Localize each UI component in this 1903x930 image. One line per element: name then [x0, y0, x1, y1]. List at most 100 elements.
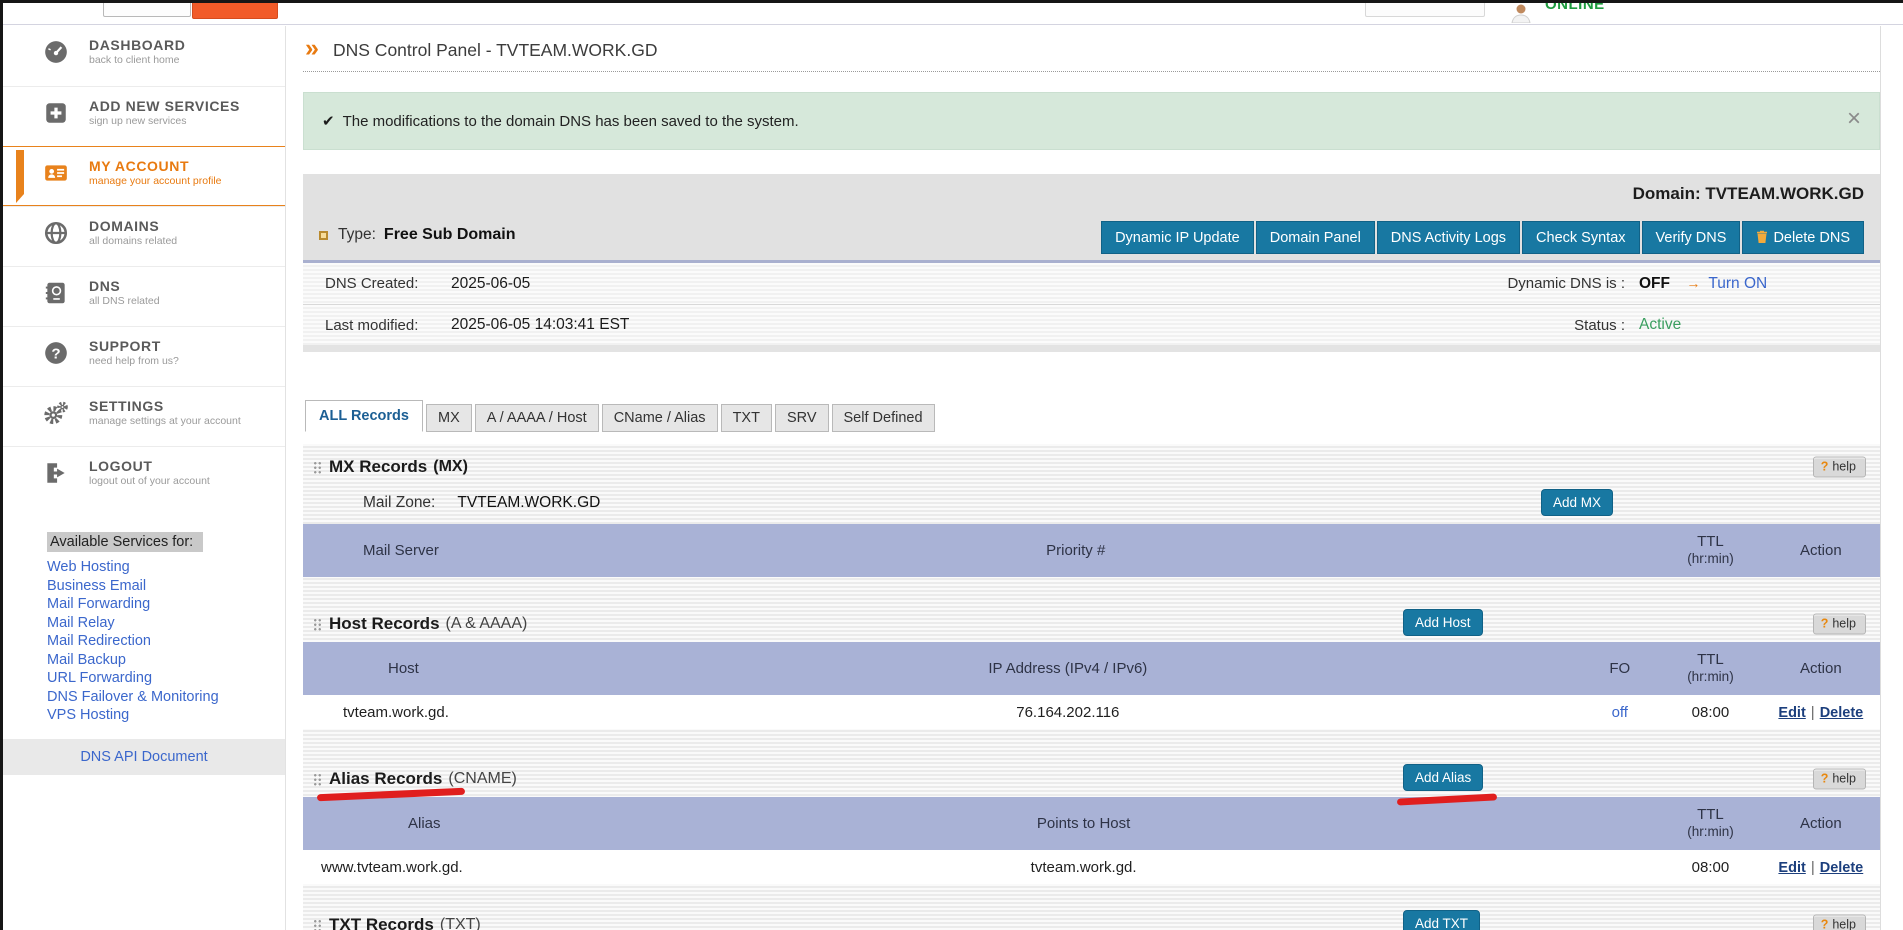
sidebar-item-add-new-services[interactable]: ADD NEW SERVICESsign up new services	[3, 86, 285, 146]
service-link-business-email[interactable]: Business Email	[47, 577, 285, 596]
mx-table-header: Mail Server Priority # TTL(hr:min) Actio…	[303, 524, 1880, 577]
header-search-button[interactable]	[192, 3, 278, 19]
bullet-icon	[319, 231, 328, 240]
page-title-text: DNS Control Panel - TVTEAM.WORK.GD	[333, 40, 657, 60]
last-modified-value: 2025-06-05 14:03:41 EST	[451, 316, 629, 334]
tab-a-aaaa-host[interactable]: A / AAAA / Host	[475, 404, 599, 432]
success-banner: ✔ The modifications to the domain DNS ha…	[303, 92, 1880, 150]
edit-alias-link[interactable]: Edit	[1778, 860, 1805, 876]
alias-records-section: Alias Records (CNAME) Add Alias ?help Al…	[303, 761, 1880, 884]
record-tabs: ALL Records MX A / AAAA / Host CName / A…	[303, 400, 1880, 432]
sidebar-item-my-account[interactable]: MY ACCOUNTmanage your account profile	[3, 146, 285, 206]
service-link-dns-failover[interactable]: DNS Failover & Monitoring	[47, 688, 285, 707]
host-help-button[interactable]: ?help	[1813, 614, 1866, 635]
arrow-icon: →	[1686, 275, 1700, 291]
sidebar-item-settings[interactable]: SETTINGSmanage settings at your account	[3, 386, 285, 446]
service-link-mail-backup[interactable]: Mail Backup	[47, 651, 285, 670]
add-txt-button[interactable]: Add TXT	[1403, 910, 1480, 930]
ttl-value: 08:00	[1659, 859, 1762, 876]
sidebar-item-support[interactable]: ? SUPPORTneed help from us?	[3, 326, 285, 386]
sidebar-item-dns[interactable]: DNSall DNS related	[3, 266, 285, 326]
sidebar-item-label: DNS	[89, 278, 279, 294]
alias-value: www.tvteam.work.gd.	[303, 859, 823, 876]
sidebar-item-label: LOGOUT	[89, 458, 279, 474]
plus-icon	[43, 100, 69, 126]
mx-col-ttl: TTL(hr:min)	[1687, 533, 1734, 567]
add-alias-button[interactable]: Add Alias	[1403, 764, 1483, 791]
add-host-button[interactable]: Add Host	[1403, 609, 1483, 636]
tab-cname-alias[interactable]: CName / Alias	[602, 404, 718, 432]
banner-close-icon[interactable]: ×	[1847, 107, 1861, 131]
domain-panel-button[interactable]: Domain Panel	[1256, 221, 1375, 254]
service-link-mail-relay[interactable]: Mail Relay	[47, 614, 285, 633]
verify-dns-button[interactable]: Verify DNS	[1642, 221, 1741, 254]
points-to-host-value: tvteam.work.gd.	[823, 859, 1343, 876]
tab-self-defined[interactable]: Self Defined	[832, 404, 935, 432]
add-mx-button[interactable]: Add MX	[1541, 489, 1613, 516]
header-search-input[interactable]	[103, 3, 191, 17]
turn-on-link[interactable]: Turn ON	[1708, 275, 1767, 292]
online-status-label: ONLINE	[1545, 3, 1605, 13]
service-link-mail-redirection[interactable]: Mail Redirection	[47, 632, 285, 651]
alias-col-alias: Alias	[303, 815, 823, 832]
mx-col-action: Action	[1762, 542, 1880, 559]
delete-alias-link[interactable]: Delete	[1820, 860, 1864, 876]
header-right-input[interactable]	[1365, 3, 1485, 17]
type-label: Type:	[338, 226, 376, 244]
host-section-title: Host Records	[329, 614, 440, 634]
service-link-url-forwarding[interactable]: URL Forwarding	[47, 669, 285, 688]
gears-icon	[43, 400, 69, 426]
check-syntax-button[interactable]: Check Syntax	[1522, 221, 1639, 254]
trash-icon	[1756, 231, 1768, 247]
mx-section-subtitle: (MX)	[433, 458, 468, 476]
globe-icon	[43, 220, 69, 246]
alias-section-subtitle: (CNAME)	[448, 770, 516, 788]
host-col-action: Action	[1762, 660, 1880, 677]
id-card-icon	[43, 160, 69, 186]
edit-host-link[interactable]: Edit	[1778, 705, 1805, 721]
failover-toggle-link[interactable]: off	[1612, 704, 1628, 721]
host-record-row: tvteam.work.gd. 76.164.202.116 off 08:00…	[303, 695, 1880, 729]
sidebar-item-sublabel: all DNS related	[89, 295, 279, 307]
delete-dns-button[interactable]: Delete DNS	[1742, 221, 1864, 254]
alias-table-header: Alias Points to Host TTL(hr:min) Action	[303, 797, 1880, 850]
txt-section-subtitle: (TXT)	[440, 916, 481, 930]
sidebar-item-sublabel: sign up new services	[89, 115, 279, 127]
tab-txt[interactable]: TXT	[721, 404, 772, 432]
sidebar-item-label: DOMAINS	[89, 218, 279, 234]
tab-srv[interactable]: SRV	[775, 404, 829, 432]
dns-api-document-band: DNS API Document	[3, 739, 285, 775]
sidebar-item-logout[interactable]: LOGOUTlogout out of your account	[3, 446, 285, 506]
dns-activity-logs-button[interactable]: DNS Activity Logs	[1377, 221, 1520, 254]
sidebar-item-label: DASHBOARD	[89, 37, 279, 53]
status-value: Active	[1625, 316, 1830, 334]
sidebar-item-domains[interactable]: DOMAINSall domains related	[3, 206, 285, 266]
service-link-mail-forwarding[interactable]: Mail Forwarding	[47, 595, 285, 614]
txt-section-title: TXT Records	[329, 915, 434, 930]
dynamic-dns-label: Dynamic DNS is :	[1410, 275, 1625, 292]
host-col-ip: IP Address (IPv4 / IPv6)	[823, 660, 1312, 677]
type-value: Free Sub Domain	[384, 226, 516, 244]
info-footer-bar	[303, 345, 1880, 352]
sidebar-item-dashboard[interactable]: DASHBOARDback to client home	[3, 26, 285, 86]
drag-handle-icon	[313, 618, 322, 631]
mx-help-button[interactable]: ?help	[1813, 457, 1866, 478]
service-link-web-hosting[interactable]: Web Hosting	[47, 558, 285, 577]
service-link-vps-hosting[interactable]: VPS Hosting	[47, 706, 285, 725]
domain-action-buttons: Dynamic IP Update Domain Panel DNS Activ…	[1101, 221, 1864, 254]
sidebar-item-sublabel: need help from us?	[89, 355, 279, 367]
alias-section-title: Alias Records	[329, 769, 442, 789]
tab-all-records[interactable]: ALL Records	[305, 400, 423, 432]
delete-host-link[interactable]: Delete	[1820, 705, 1864, 721]
alias-help-button[interactable]: ?help	[1813, 769, 1866, 790]
dns-api-document-link[interactable]: DNS API Document	[80, 749, 207, 765]
dynamic-ip-update-button[interactable]: Dynamic IP Update	[1101, 221, 1254, 254]
sidebar-item-label: ADD NEW SERVICES	[89, 98, 279, 114]
alias-col-ttl: TTL(hr:min)	[1687, 806, 1734, 840]
txt-help-button[interactable]: ?help	[1813, 915, 1866, 930]
tab-mx[interactable]: MX	[426, 404, 472, 432]
sidebar-item-label: SETTINGS	[89, 398, 279, 414]
sidebar-item-sublabel: manage settings at your account	[89, 415, 279, 427]
sidebar-item-label: MY ACCOUNT	[89, 158, 279, 174]
available-services-title: Available Services for:	[47, 532, 203, 552]
